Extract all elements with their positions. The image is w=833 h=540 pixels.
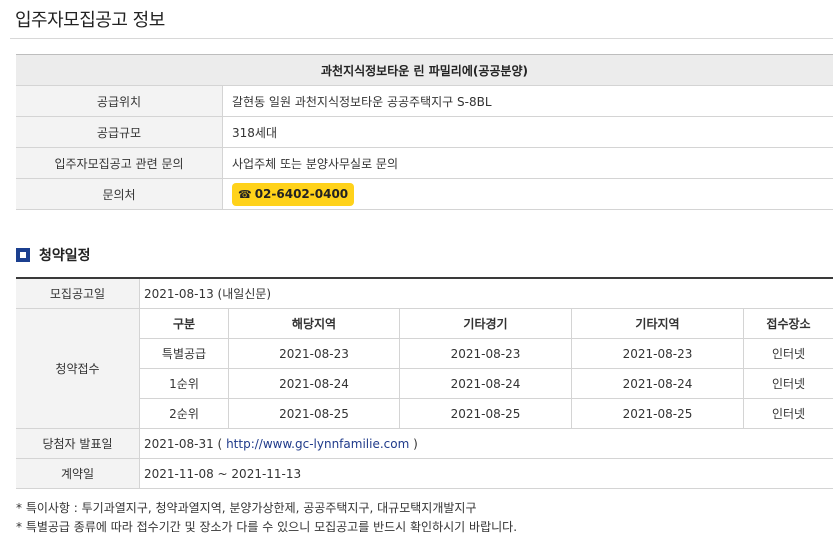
date-cell: 2021-08-23 (399, 338, 572, 369)
col-header: 기타지역 (571, 308, 744, 339)
info-row-inquiry: 입주자모집공고 관련 문의 사업주체 또는 분양사무실로 문의 (16, 147, 833, 179)
schedule-heading: 청약일정 (16, 245, 91, 265)
receipt-label: 청약접수 (16, 308, 140, 429)
date-cell: 2021-08-25 (571, 398, 744, 429)
info-label: 공급위치 (16, 85, 223, 117)
winner-value: 2021-08-31 ( http://www.gc-lynnfamilie.c… (139, 428, 833, 459)
homepage-link[interactable]: http://www.gc-lynnfamilie.com (226, 437, 409, 451)
receipt-header-row: 청약접수 구분 해당지역 기타경기 기타지역 접수장소 (16, 308, 833, 429)
info-label: 입주자모집공고 관련 문의 (16, 147, 223, 179)
place-cell: 인터넷 (743, 338, 833, 369)
row-type: 1순위 (139, 368, 229, 399)
row-type: 특별공급 (139, 338, 229, 369)
contact-cell: ☎ 02-6402-0400 (222, 178, 833, 210)
complex-name-row: 과천지식정보타운 린 파밀리에(공공분양) (16, 54, 833, 86)
col-header: 기타경기 (399, 308, 572, 339)
supply-info-table: 과천지식정보타운 린 파밀리에(공공분양) 공급위치 갈현동 일원 과천지식정보… (16, 54, 833, 210)
note-line: * 특이사항 : 투기과열지구, 청약과열지역, 분양가상한제, 공공주택지구,… (16, 501, 477, 515)
announce-label: 모집공고일 (16, 277, 140, 309)
phone-number: 02-6402-0400 (254, 186, 349, 201)
info-label: 공급규모 (16, 116, 223, 148)
schedule-table: 모집공고일 2021-08-13 (내일신문) 청약접수 구분 해당지역 기타경… (16, 277, 833, 489)
date-cell: 2021-08-24 (228, 368, 400, 399)
contract-row: 계약일 2021-11-08 ~ 2021-11-13 (16, 458, 833, 489)
info-row-contact: 문의처 ☎ 02-6402-0400 (16, 178, 833, 210)
section-title: 청약일정 (39, 248, 91, 264)
date-cell: 2021-08-23 (228, 338, 400, 369)
date-cell: 2021-08-25 (228, 398, 400, 429)
schedule-row-first: 1순위 2021-08-24 2021-08-24 2021-08-24 인터넷 (16, 368, 833, 399)
notes: * 특이사항 : 투기과열지구, 청약과열지역, 분양가상한제, 공공주택지구,… (16, 499, 517, 537)
col-header: 해당지역 (228, 308, 400, 339)
contract-value: 2021-11-08 ~ 2021-11-13 (139, 458, 833, 489)
col-header: 접수장소 (743, 308, 833, 339)
contact-label: 문의처 (16, 178, 223, 210)
info-value: 갈현동 일원 과천지식정보타운 공공주택지구 S-8BL (222, 85, 833, 117)
date-cell: 2021-08-24 (399, 368, 572, 399)
complex-name: 과천지식정보타운 린 파밀리에(공공분양) (16, 54, 833, 86)
winner-row: 당첨자 발표일 2021-08-31 ( http://www.gc-lynnf… (16, 428, 833, 459)
place-cell: 인터넷 (743, 398, 833, 429)
page: 입주자모집공고 정보 과천지식정보타운 린 파밀리에(공공분양) 공급위치 갈현… (0, 0, 833, 540)
info-value: 318세대 (222, 116, 833, 148)
info-value: 사업주체 또는 분양사무실로 문의 (222, 147, 833, 179)
col-header: 구분 (139, 308, 229, 339)
schedule-row-special: 특별공급 2021-08-23 2021-08-23 2021-08-23 인터… (16, 338, 833, 369)
announce-row: 모집공고일 2021-08-13 (내일신문) (16, 277, 833, 309)
title-divider (10, 38, 833, 39)
row-type: 2순위 (139, 398, 229, 429)
date-cell: 2021-08-23 (571, 338, 744, 369)
info-row-location: 공급위치 갈현동 일원 과천지식정보타운 공공주택지구 S-8BL (16, 85, 833, 117)
schedule-row-second: 2순위 2021-08-25 2021-08-25 2021-08-25 인터넷 (16, 398, 833, 429)
section-square-icon (16, 248, 30, 262)
phone-call-button[interactable]: ☎ 02-6402-0400 (232, 182, 355, 206)
info-row-scale: 공급규모 318세대 (16, 116, 833, 148)
winner-date: 2021-08-31 ( (144, 436, 223, 451)
note-line: * 특별공급 종류에 따라 접수기간 및 장소가 다를 수 있으니 모집공고를 … (16, 520, 518, 534)
date-cell: 2021-08-24 (571, 368, 744, 399)
winner-label: 당첨자 발표일 (16, 428, 140, 459)
announce-value: 2021-08-13 (내일신문) (139, 277, 833, 309)
phone-icon: ☎ (238, 187, 252, 201)
contract-label: 계약일 (16, 458, 140, 489)
winner-close: ) (413, 436, 418, 451)
date-cell: 2021-08-25 (399, 398, 572, 429)
place-cell: 인터넷 (743, 368, 833, 399)
page-title: 입주자모집공고 정보 (15, 10, 165, 31)
